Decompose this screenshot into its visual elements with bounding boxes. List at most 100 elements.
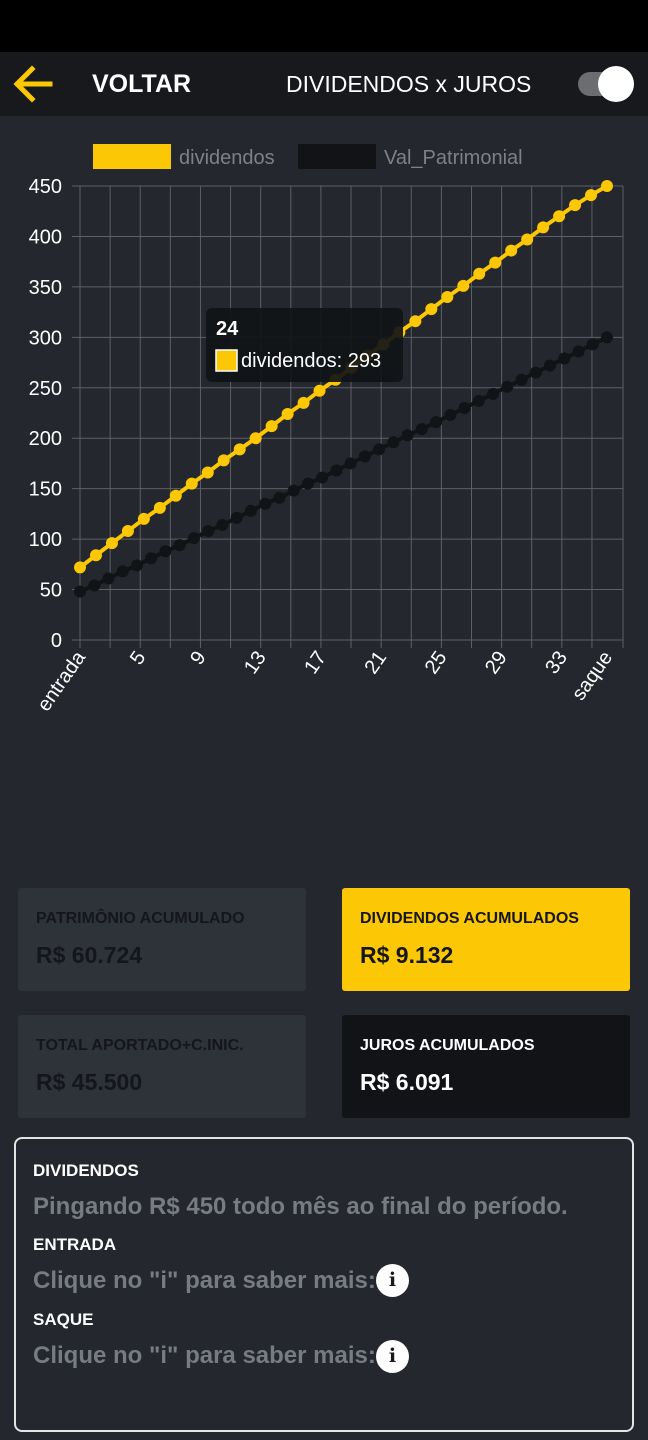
tooltip-label: dividendos: 293 [241,350,381,372]
data-point-val-patrimonial [216,518,229,531]
data-point-val-patrimonial [430,416,443,429]
data-point-dividendos [201,466,214,479]
dividendos-caption: DIVIDENDOS ACUMULADOS [360,910,579,927]
data-point-val-patrimonial [586,338,599,351]
saque-description: Clique no "i" para saber mais: [33,1342,376,1369]
data-point-val-patrimonial [244,504,257,517]
y-tick-label: 350 [29,277,62,299]
data-point-val-patrimonial [173,539,186,552]
legend-swatch-val-patrimonial [298,144,376,169]
data-point-dividendos [521,233,534,246]
x-tick-label: 25 [421,647,452,678]
entrada-info-icon[interactable]: i [376,1264,409,1297]
data-point-val-patrimonial [287,484,300,497]
data-point-val-patrimonial [130,559,143,572]
data-point-val-patrimonial [515,373,528,386]
data-point-val-patrimonial [401,429,414,442]
patrimonio-value: R$ 60.724 [36,942,143,968]
aportado-caption: TOTAL APORTADO+C.INIC. [36,1037,244,1054]
info-glyph: i [388,1345,397,1367]
legend-label-val-patrimonial: Val_Patrimonial [384,147,523,169]
data-point-dividendos [153,501,166,514]
x-tick-label: 9 [186,647,210,669]
data-point-val-patrimonial [230,511,243,524]
data-point-dividendos [473,267,486,280]
data-point-val-patrimonial [544,359,557,372]
dividendos-heading: DIVIDENDOS [33,1161,139,1180]
data-point-dividendos [441,290,454,303]
data-point-val-patrimonial [202,525,215,538]
tooltip-swatch [215,349,238,372]
legend-label-dividendos: dividendos [179,147,275,169]
data-point-val-patrimonial [301,477,314,490]
data-point-dividendos [105,537,118,550]
data-point-dividendos [265,420,278,433]
chart-mode-toggle[interactable] [576,66,636,102]
y-tick-label: 200 [29,428,62,450]
saque-heading: SAQUE [33,1310,94,1329]
data-point-dividendos [297,396,310,409]
x-tick-label: 29 [481,647,512,678]
toggle-knob [598,66,634,102]
data-point-dividendos [601,180,613,192]
data-point-val-patrimonial [472,394,485,407]
y-tick-label: 0 [51,630,62,652]
info-glyph: i [388,1269,397,1291]
x-tick-label: 17 [300,647,331,678]
data-point-val-patrimonial [316,471,329,484]
data-point-dividendos [489,256,502,269]
data-point-dividendos [74,561,86,574]
dividendos-value: R$ 9.132 [360,942,454,968]
tooltip-title: 24 [216,318,239,340]
data-point-val-patrimonial [145,552,158,565]
data-point-val-patrimonial [330,464,343,477]
x-tick-label: 21 [360,647,391,678]
data-point-dividendos [505,244,518,257]
data-point-dividendos [425,303,438,316]
data-point-val-patrimonial [601,331,613,344]
y-tick-label: 250 [29,378,62,400]
entrada-description: Clique no "i" para saber mais: [33,1267,376,1294]
data-point-val-patrimonial [572,345,585,358]
x-tick-label: 13 [240,647,271,678]
data-point-dividendos [169,489,182,502]
y-tick-label: 300 [29,327,62,349]
arrow-left-icon[interactable] [10,64,54,104]
data-point-dividendos [137,512,150,525]
back-button[interactable]: VOLTAR [92,70,191,99]
data-point-dividendos [457,279,470,292]
data-point-dividendos [249,432,262,445]
data-point-val-patrimonial [373,443,386,456]
data-point-dividendos [569,199,582,212]
x-tick-label: saque [568,647,617,704]
patrimonio-caption: PATRIMÔNIO ACUMULADO [36,910,245,927]
data-point-val-patrimonial [444,409,457,422]
x-tick-label: 33 [541,647,572,678]
status-bar [0,0,648,52]
x-tick-label: 5 [126,647,150,669]
saque-info-icon[interactable]: i [376,1340,409,1373]
data-point-val-patrimonial [102,572,115,585]
juros-value: R$ 6.091 [360,1069,454,1095]
data-point-val-patrimonial [487,387,500,400]
juros-card: JUROS ACUMULADOS R$ 6.091 [342,1015,630,1118]
data-point-dividendos [585,189,598,202]
data-point-val-patrimonial [344,457,357,470]
legend-swatch-dividendos [93,144,171,169]
x-tick-label: entrada [33,647,90,716]
y-tick-label: 450 [29,176,62,198]
data-point-val-patrimonial [116,565,129,578]
info-panel: DIVIDENDOS Pingando R$ 450 todo mês ao f… [14,1137,634,1432]
y-tick-label: 50 [40,580,62,602]
data-point-dividendos [313,384,326,397]
data-point-val-patrimonial [501,380,514,393]
y-tick-label: 150 [29,479,62,501]
data-point-dividendos [537,221,550,234]
dividends-chart[interactable]: 0 50 100 150 200 250 300 350 400 450 entrada 5 9 13 17… [0,116,648,856]
data-point-dividendos [121,525,134,538]
juros-caption: JUROS ACUMULADOS [360,1037,535,1054]
data-point-dividendos [233,443,246,456]
data-point-dividendos [217,454,230,467]
data-point-val-patrimonial [387,436,400,449]
data-point-dividendos [281,408,294,421]
